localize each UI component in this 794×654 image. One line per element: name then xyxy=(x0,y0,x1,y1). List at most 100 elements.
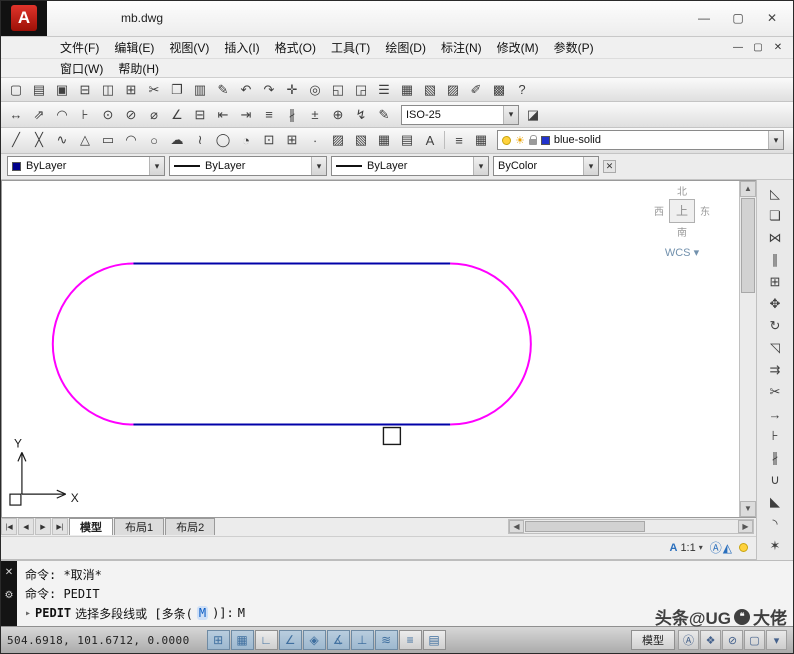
horizontal-scroll-thumb[interactable] xyxy=(525,521,645,532)
construction-line-button[interactable]: ╳ xyxy=(28,130,50,151)
move-button[interactable]: ✥ xyxy=(763,294,787,315)
plot-preview-button[interactable]: ◫ xyxy=(97,79,119,100)
stadium-left-arc[interactable] xyxy=(53,263,134,424)
layer-combo[interactable]: ☀ blue-solid ▾ xyxy=(497,130,784,150)
color-control-combo[interactable]: ByLayer ▾ xyxy=(7,156,165,176)
point-button[interactable]: ∙ xyxy=(304,130,326,151)
chevron-down-icon[interactable]: ▾ xyxy=(768,131,783,149)
doc-close-button[interactable]: ✕ xyxy=(769,39,787,55)
grid-toggle[interactable]: ▦ xyxy=(231,630,254,650)
viewcube-south-label[interactable]: 南 xyxy=(639,224,725,239)
quickcalc-button[interactable]: ▩ xyxy=(488,79,510,100)
open-file-button[interactable]: ▤ xyxy=(28,79,50,100)
chevron-down-icon[interactable]: ▾ xyxy=(699,543,703,552)
layer-properties-button[interactable]: ≡ xyxy=(448,130,470,151)
workspace-switch-button[interactable]: ❖ xyxy=(700,630,721,650)
dim-angular-button[interactable]: ∠ xyxy=(166,104,188,125)
layer-color-swatch[interactable] xyxy=(541,136,550,145)
mirror-button[interactable]: ⋈ xyxy=(763,228,787,249)
offset-button[interactable]: ∥ xyxy=(763,250,787,271)
annotation-scale-button[interactable]: Ⓐ xyxy=(678,630,699,650)
designcenter-button[interactable]: ▦ xyxy=(396,79,418,100)
dyn-toggle[interactable]: ≋ xyxy=(375,630,398,650)
properties-toolbar-close-button[interactable]: ✕ xyxy=(603,160,616,173)
menu-format[interactable]: 格式(O) xyxy=(268,39,323,56)
stretch-button[interactable]: ⇉ xyxy=(763,360,787,381)
viewcube-east-label[interactable]: 东 xyxy=(700,203,710,218)
quick-dimension-button[interactable]: ⊟ xyxy=(189,104,211,125)
dim-jog-line-button[interactable]: ↯ xyxy=(350,104,372,125)
dim-arc-length-button[interactable]: ◠ xyxy=(51,104,73,125)
revcloud-button[interactable]: ☁ xyxy=(166,130,188,151)
scale-button[interactable]: ◹ xyxy=(763,338,787,359)
menu-help[interactable]: 帮助(H) xyxy=(111,60,166,77)
horizontal-scroll-track[interactable] xyxy=(646,520,738,533)
spline-button[interactable]: ≀ xyxy=(189,130,211,151)
help-button[interactable]: ? xyxy=(511,79,533,100)
scroll-down-button[interactable]: ▼ xyxy=(740,501,756,517)
annotation-autoscale-button[interactable]: ◭ xyxy=(723,541,732,555)
lock-ui-button[interactable]: ⊘ xyxy=(722,630,743,650)
menu-modify[interactable]: 修改(M) xyxy=(490,39,546,56)
command-window-close-button[interactable]: ✕ xyxy=(5,567,13,578)
vertical-scroll-track[interactable] xyxy=(740,294,756,501)
scroll-up-button[interactable]: ▲ xyxy=(740,181,756,197)
paste-button[interactable]: ▥ xyxy=(189,79,211,100)
viewcube-north-label[interactable]: 北 xyxy=(639,183,725,198)
ellipse-arc-button[interactable]: ◔ xyxy=(235,130,257,151)
chamfer-button[interactable]: ◣ xyxy=(763,492,787,513)
viewcube[interactable]: 北 西 上 东 南 WCS ▾ xyxy=(639,183,725,259)
tab-model[interactable]: 模型 xyxy=(69,518,113,535)
arc-button[interactable]: ◠ xyxy=(120,130,142,151)
chevron-down-icon[interactable]: ▾ xyxy=(583,157,598,175)
make-block-button[interactable]: ⊞ xyxy=(281,130,303,151)
dim-style-combo[interactable]: ISO-25 ▾ xyxy=(401,105,519,125)
dim-linear-button[interactable]: ↔ xyxy=(5,104,27,125)
model-space-canvas[interactable]: Y X 北 西 上 东 南 WCS xyxy=(2,181,739,517)
layer-lock-icon[interactable] xyxy=(529,139,537,145)
publish-button[interactable]: ⊞ xyxy=(120,79,142,100)
drawing-area[interactable]: Y X 北 西 上 东 南 WCS xyxy=(1,180,756,518)
viewcube-top-face[interactable]: 上 xyxy=(669,199,695,223)
menu-file[interactable]: 文件(F) xyxy=(53,39,106,56)
first-tab-button[interactable]: |◀ xyxy=(1,518,17,535)
break-at-point-button[interactable]: ⊦ xyxy=(763,426,787,447)
join-button[interactable]: ∪ xyxy=(763,470,787,491)
copy-button[interactable]: ❐ xyxy=(166,79,188,100)
vertical-scrollbar[interactable]: ▲ ▼ xyxy=(739,181,756,517)
ortho-toggle[interactable]: ∟ xyxy=(255,630,278,650)
linetype-control-combo[interactable]: ByLayer ▾ xyxy=(169,156,327,176)
circle-button[interactable]: ○ xyxy=(143,130,165,151)
snap-toggle[interactable]: ⊞ xyxy=(207,630,230,650)
next-tab-button[interactable]: ▶ xyxy=(35,518,51,535)
prev-tab-button[interactable]: ◀ xyxy=(18,518,34,535)
last-tab-button[interactable]: ▶| xyxy=(52,518,68,535)
close-button[interactable]: ✕ xyxy=(755,6,789,30)
tolerance-button[interactable]: ± xyxy=(304,104,326,125)
menu-window[interactable]: 窗口(W) xyxy=(53,60,110,77)
table-button[interactable]: ▤ xyxy=(396,130,418,151)
rectangle-button[interactable]: ▭ xyxy=(97,130,119,151)
sheetset-manager-button[interactable]: ▨ xyxy=(442,79,464,100)
menu-tools[interactable]: 工具(T) xyxy=(324,39,377,56)
dim-style-manager-button[interactable]: ◪ xyxy=(522,104,544,125)
menu-parametric[interactable]: 参数(P) xyxy=(547,39,601,56)
polygon-button[interactable]: △ xyxy=(74,130,96,151)
fillet-button[interactable]: ◝ xyxy=(763,514,787,535)
cut-button[interactable]: ✂ xyxy=(143,79,165,100)
zoom-previous-button[interactable]: ◲ xyxy=(350,79,372,100)
otrack-toggle[interactable]: ∡ xyxy=(327,630,350,650)
layer-freeze-icon[interactable]: ☀ xyxy=(515,134,525,147)
menu-insert[interactable]: 插入(I) xyxy=(217,39,266,56)
region-button[interactable]: ▦ xyxy=(373,130,395,151)
command-customize-icon[interactable]: ⚙ xyxy=(5,590,14,601)
viewcube-west-label[interactable]: 西 xyxy=(654,203,664,218)
properties-palette-button[interactable]: ☰ xyxy=(373,79,395,100)
app-menu-button[interactable]: A xyxy=(1,1,47,36)
prompt-typed-input[interactable]: M xyxy=(238,606,245,620)
print-button[interactable]: ⊟ xyxy=(74,79,96,100)
menu-view[interactable]: 视图(V) xyxy=(162,39,216,56)
ducs-toggle[interactable]: ⊥ xyxy=(351,630,374,650)
layer-states-button[interactable]: ▦ xyxy=(470,130,492,151)
doc-restore-button[interactable]: ▢ xyxy=(749,39,767,55)
